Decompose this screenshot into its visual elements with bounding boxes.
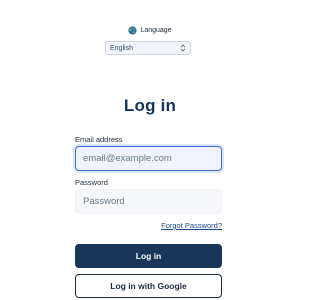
language-header: Language (0, 26, 300, 35)
password-placeholder: Password (83, 196, 125, 207)
password-label: Password (75, 178, 108, 187)
email-placeholder: email@example.com (83, 153, 172, 164)
email-field[interactable]: email@example.com (75, 146, 222, 171)
language-select[interactable]: English (105, 41, 191, 55)
email-label: Email address (75, 135, 123, 144)
page-title: Log in (123, 96, 177, 115)
login-button[interactable]: Log in (75, 244, 222, 268)
globe-icon (128, 26, 138, 35)
chevron-updown-icon (180, 44, 186, 52)
google-login-button[interactable]: Log in with Google (75, 274, 222, 298)
language-select-value: English (110, 44, 133, 52)
login-page: Language English Log in Email address em… (0, 0, 300, 300)
forgot-password-link[interactable]: Forgot Password? (161, 221, 222, 230)
language-label: Language (140, 27, 172, 34)
password-field[interactable]: Password (75, 189, 222, 214)
